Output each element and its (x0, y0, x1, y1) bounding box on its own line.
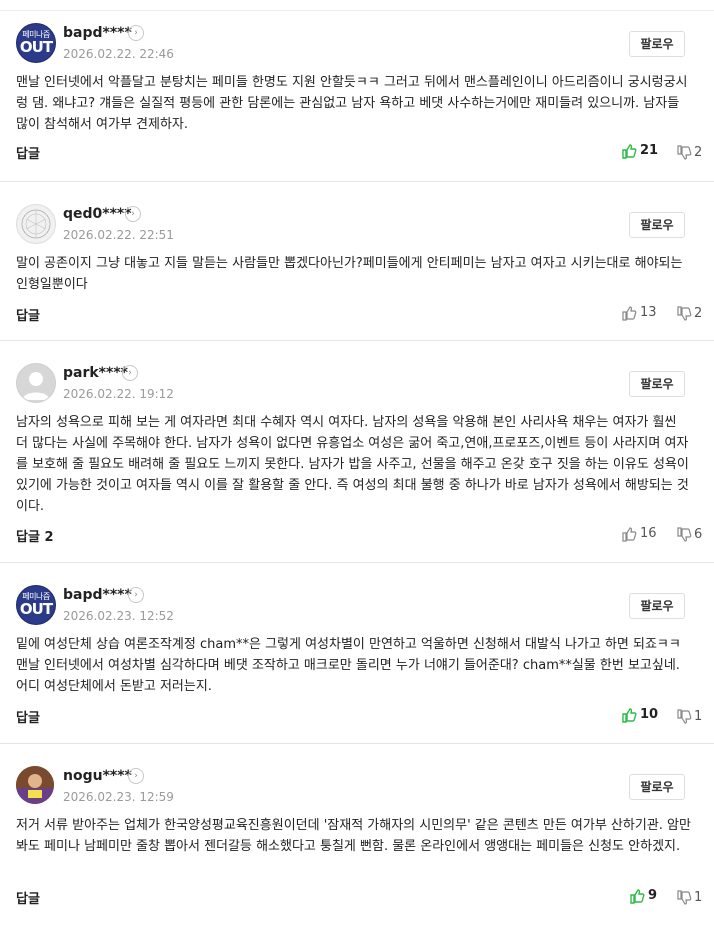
avatar-sketch-image (21, 209, 51, 239)
username[interactable]: park**** (63, 365, 128, 381)
like-count: 16 (640, 526, 657, 541)
comment-date: 2026.02.22. 19:12 (63, 387, 174, 401)
chevron-right-icon[interactable]: › (128, 25, 144, 41)
avatar-logo-out: OUT (19, 600, 53, 618)
avatar[interactable]: 페미나즘 OUT (16, 585, 56, 625)
chevron-right-icon[interactable]: › (128, 587, 144, 603)
avatar[interactable]: 페미나즘 OUT (16, 23, 56, 63)
reply-button[interactable]: 답글 (16, 143, 40, 162)
follow-button[interactable]: 팔로우 (629, 212, 685, 238)
dislike-count: 2 (694, 306, 703, 321)
comment-text: 말이 공존이지 그냥 대놓고 지들 말듣는 사람들만 뽑겠다아닌가?페미들에게 … (16, 256, 683, 292)
comment-item: nogu**** › 2026.02.23. 12:59 팔로우 저거 서류 받… (0, 754, 714, 937)
like-count: 9 (648, 888, 658, 903)
thumbs-down-icon (677, 890, 692, 905)
thumbs-down-icon (677, 709, 692, 724)
thumbs-down-icon (677, 306, 692, 321)
thumbs-down-icon (677, 145, 692, 160)
chevron-right-icon[interactable]: › (125, 206, 141, 222)
top-divider (0, 0, 714, 11)
comment-text: 저거 서류 받아주는 업체가 한국양성평교육진흥원이던데 '잠재적 가해자의 시… (16, 818, 691, 854)
comment-item: park**** › 2026.02.22. 19:12 팔로우 남자의 성욕으… (0, 351, 714, 563)
username[interactable]: qed0**** (63, 206, 132, 222)
like-count: 10 (640, 707, 659, 722)
thumbs-up-icon (622, 708, 637, 723)
avatar-logo-out: OUT (19, 38, 53, 56)
comment-text: 밑에 여성단체 상습 여론조작계정 cham**은 그렇게 여성차별이 만연하고… (16, 637, 681, 694)
comment-date: 2026.02.22. 22:51 (63, 228, 174, 242)
chevron-right-icon[interactable]: › (128, 768, 144, 784)
reply-button[interactable]: 답글 (16, 888, 40, 907)
comment-date: 2026.02.23. 12:52 (63, 609, 174, 623)
avatar[interactable] (16, 363, 56, 403)
username[interactable]: bapd**** (63, 587, 132, 603)
follow-button[interactable]: 팔로우 (629, 31, 685, 57)
dislike-count: 1 (694, 709, 703, 724)
like-count: 13 (640, 305, 657, 320)
avatar-photo-image (16, 766, 54, 804)
chevron-right-icon[interactable]: › (122, 365, 138, 381)
dislike-count: 6 (694, 527, 703, 542)
reply-button[interactable]: 답글 (16, 707, 40, 726)
default-avatar-icon (22, 372, 50, 400)
comment-item: 페미나즘 OUT bapd**** › 2026.02.22. 22:46 팔로… (0, 11, 714, 182)
thumbs-up-icon (630, 889, 645, 904)
comment-text: 맨날 인터넷에서 악플달고 분탕치는 페미들 한명도 지원 안할듯ㅋㅋ 그러고 … (16, 75, 688, 132)
comment-item: 페미나즘 OUT bapd**** › 2026.02.23. 12:52 팔로… (0, 573, 714, 744)
comment-date: 2026.02.23. 12:59 (63, 790, 174, 804)
username[interactable]: nogu**** (63, 768, 132, 784)
follow-button[interactable]: 팔로우 (629, 371, 685, 397)
thumbs-up-icon (622, 144, 637, 159)
comment-item: qed0**** › 2026.02.22. 22:51 팔로우 말이 공존이지… (0, 192, 714, 341)
dislike-count: 1 (694, 890, 703, 905)
reply-button[interactable]: 답글 (16, 305, 40, 324)
dislike-count: 2 (694, 145, 703, 160)
thumbs-up-icon (622, 527, 637, 542)
avatar[interactable] (16, 204, 56, 244)
thumbs-down-icon (677, 527, 692, 542)
username[interactable]: bapd**** (63, 25, 132, 41)
follow-button[interactable]: 팔로우 (629, 774, 685, 800)
like-count: 21 (640, 143, 659, 158)
thumbs-up-icon (622, 306, 637, 321)
follow-button[interactable]: 팔로우 (629, 593, 685, 619)
avatar[interactable] (16, 766, 54, 804)
comment-date: 2026.02.22. 22:46 (63, 47, 174, 61)
reply-button[interactable]: 답글 2 (16, 526, 54, 545)
comment-text: 남자의 성욕으로 피해 보는 게 여자라면 최대 수혜자 역시 여자다. 남자의… (16, 415, 689, 514)
